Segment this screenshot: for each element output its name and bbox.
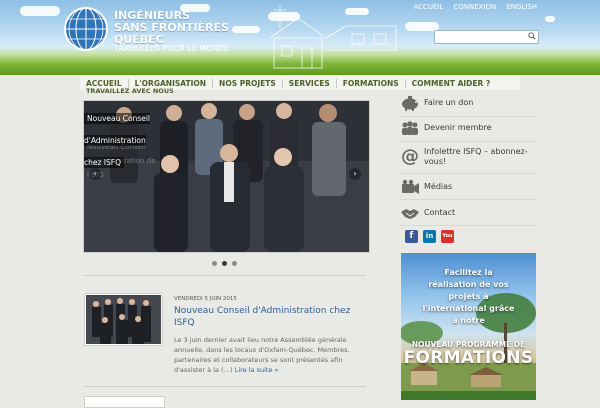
divider — [400, 116, 536, 117]
sidebar-item-label: Faire un don — [424, 98, 474, 107]
brand-name[interactable]: INGÉNIEURS SANS FRONTIÈRES QUÉBEC — [114, 10, 229, 46]
slider-dots — [212, 261, 237, 266]
search-input[interactable] — [434, 30, 539, 44]
sidebar-item-label: Médias — [424, 182, 453, 191]
divider — [400, 141, 536, 142]
sidebar-item-label: Devenir membre — [424, 123, 492, 132]
slider-dot[interactable] — [232, 261, 237, 266]
top-link-connexion[interactable]: CONNEXION — [453, 3, 496, 11]
divider — [400, 199, 536, 200]
next-news-thumbnail[interactable] — [84, 396, 165, 408]
formations-promo-banner[interactable]: Facilitez la réalisation de vos projets … — [401, 253, 536, 400]
divider — [400, 225, 536, 226]
slider-prev-button[interactable]: ‹ — [89, 168, 101, 180]
chevron-left-icon: ‹ — [93, 169, 97, 178]
slider-dot[interactable] — [212, 261, 217, 266]
sidebar-item-label: Infolettre ISFQ – abonnez-vous! — [424, 147, 528, 166]
top-link-english[interactable]: ENGLISH — [506, 3, 537, 11]
news-date: VENDREDI 5 JUIN 2015 — [174, 296, 237, 302]
sidebar-item-medias[interactable]: Médias — [400, 177, 540, 197]
sidebar-item-contact[interactable]: Contact — [400, 203, 540, 223]
facebook-icon[interactable]: f — [405, 230, 418, 243]
people-icon — [402, 121, 418, 135]
youtube-icon[interactable]: You — [441, 230, 454, 243]
divider — [83, 386, 366, 387]
sidebar-item-faire-un-don[interactable]: Faire un don — [400, 93, 540, 113]
divider — [83, 275, 366, 276]
chevron-right-icon: › — [353, 169, 357, 178]
slide-caption-text: Nouveau Conseil d'Administration chez IS… — [84, 113, 151, 168]
read-more-link[interactable]: Lire la suite » — [235, 366, 279, 374]
piggy-bank-icon — [402, 96, 418, 111]
cloud-decoration — [20, 6, 60, 16]
top-link-accueil[interactable]: ACCUEIL — [413, 3, 443, 11]
nav-nos-projets[interactable]: NOS PROJETS — [213, 78, 283, 88]
globe-logo-icon[interactable] — [63, 6, 109, 52]
sidebar-item-infolettre[interactable]: @ Infolettre ISFQ – abonnez-vous! — [400, 145, 540, 169]
cloud-decoration — [232, 26, 260, 33]
cloud-decoration — [545, 16, 555, 22]
search-icon[interactable] — [528, 32, 536, 40]
sidebar-item-devenir-membre[interactable]: Devenir membre — [400, 118, 540, 138]
nav-comment-aider[interactable]: COMMENT AIDER ? — [406, 79, 497, 88]
banner-headline-big: FORMATIONS — [403, 348, 534, 368]
banner-promo-text: Facilitez la réalisation de vos projets … — [422, 268, 515, 325]
news-excerpt: Le 3 juin dernier avait lieu notre Assem… — [174, 335, 364, 375]
nav-services[interactable]: SERVICES — [283, 78, 337, 88]
news-photo — [86, 295, 161, 344]
top-links: ACCUEIL CONNEXION ENGLISH — [413, 3, 537, 11]
linkedin-icon[interactable]: in — [423, 230, 436, 243]
sidebar-item-label: Contact — [424, 208, 456, 217]
social-links: f in You — [405, 230, 454, 243]
divider — [400, 173, 536, 174]
slider-dot-active[interactable] — [222, 261, 227, 266]
nav-travaillez-avec-nous[interactable]: TRAVAILLEZ AVEC NOUS — [86, 87, 174, 95]
handshake-icon — [401, 209, 419, 219]
slider-next-button[interactable]: › — [349, 168, 361, 180]
news-title-link[interactable]: Nouveau Conseil d'Administration chez IS… — [174, 305, 364, 329]
tagline: TRAVAILLER POUR LE MONDE — [114, 44, 229, 53]
slide-caption[interactable]: Nouveau Conseil d'Administration chez IS… — [84, 106, 161, 172]
camera-icon — [402, 179, 419, 194]
at-sign-icon: @ — [401, 146, 419, 167]
nav-formations[interactable]: FORMATIONS — [337, 78, 406, 88]
house-sketch-icon — [269, 6, 397, 69]
site-header: INGÉNIEURS SANS FRONTIÈRES QUÉBEC TRAVAI… — [0, 0, 600, 75]
news-thumbnail[interactable] — [84, 293, 163, 346]
